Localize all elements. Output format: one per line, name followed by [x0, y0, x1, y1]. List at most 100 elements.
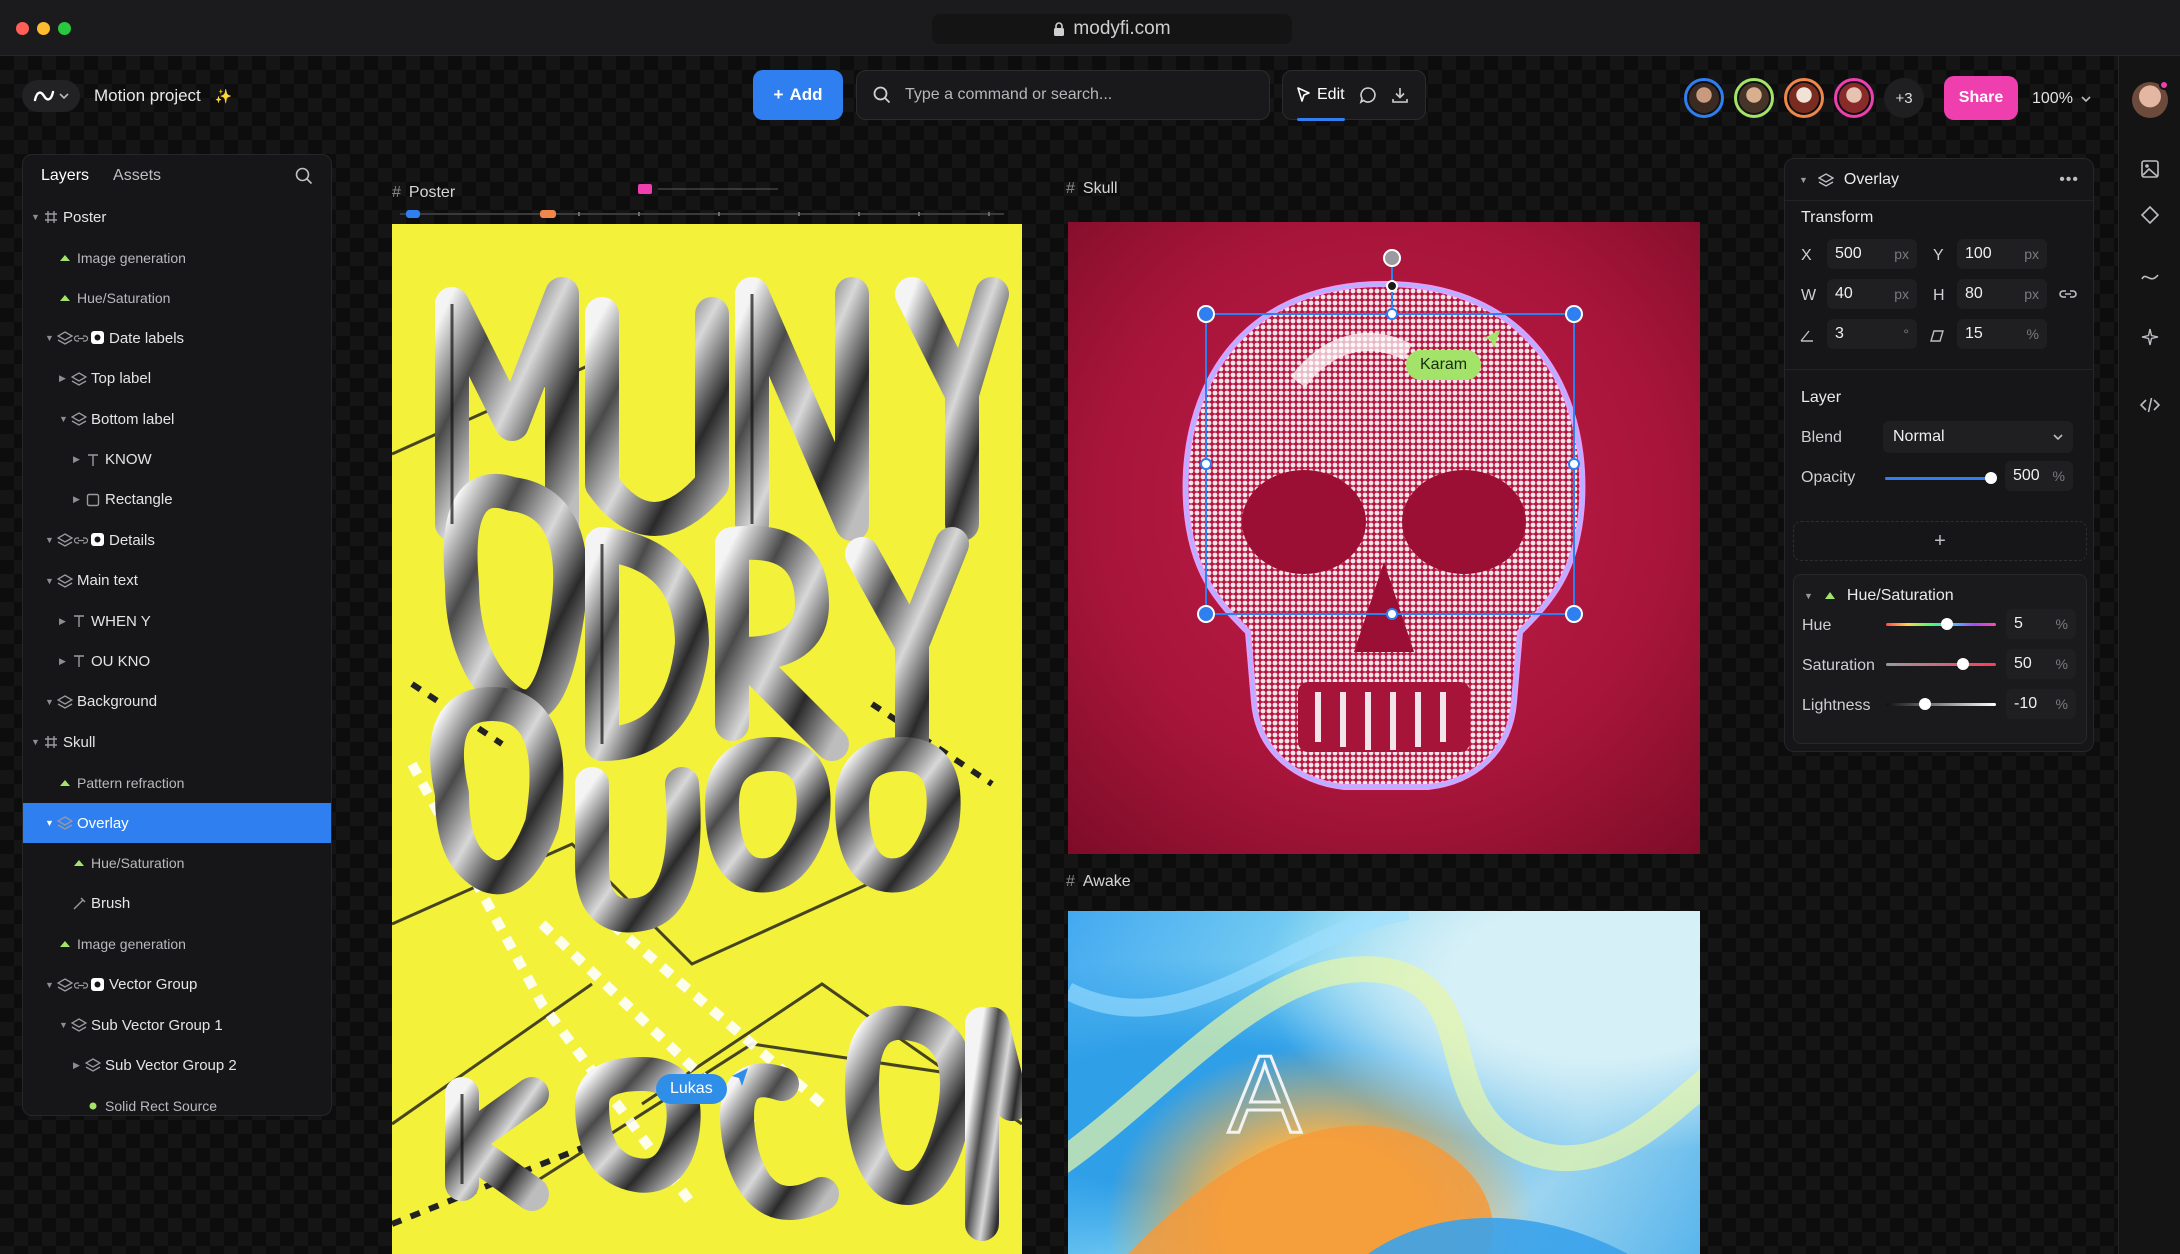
layer-stack-icon [57, 815, 73, 831]
more-collaborators-badge[interactable]: +3 [1884, 78, 1924, 118]
close-window-button[interactable] [16, 22, 29, 35]
layer-row[interactable]: ▼ Poster [23, 197, 331, 237]
code-icon[interactable] [2139, 394, 2161, 416]
skull-frame[interactable]: Karam [1068, 222, 1700, 854]
minimize-window-button[interactable] [37, 22, 50, 35]
lightness-field[interactable]: -10% [2006, 689, 2076, 719]
lightness-slider[interactable] [1886, 698, 1996, 710]
layer-row[interactable]: ▶ KNOW [23, 439, 331, 479]
layer-row[interactable]: Brush [23, 884, 331, 924]
expand-caret-icon[interactable]: ▼ [45, 333, 54, 343]
more-options-icon[interactable]: ••• [2059, 171, 2079, 189]
tab-assets[interactable]: Assets [113, 167, 161, 185]
diamond-icon[interactable] [2139, 204, 2161, 226]
share-button[interactable]: Share [1944, 76, 2018, 120]
search-input[interactable] [905, 86, 1235, 104]
expand-caret-icon[interactable]: ▼ [59, 414, 68, 424]
search-icon[interactable] [295, 167, 313, 185]
layer-row[interactable]: ▼ Vector Group [23, 964, 331, 1004]
expand-caret-icon[interactable]: ▼ [45, 576, 54, 586]
expand-caret-icon[interactable]: ▼ [45, 535, 54, 545]
expand-caret-icon[interactable]: ▶ [73, 1060, 80, 1071]
layer-row[interactable]: ▼ Details [23, 520, 331, 560]
address-bar[interactable]: modyfi.com [932, 14, 1292, 44]
frame-label-awake[interactable]: # Awake [1066, 873, 1131, 891]
app-menu-button[interactable] [22, 80, 80, 112]
layer-list: ▼ Poster Image generation Hue/Saturation ▼ Da… [23, 197, 331, 1115]
layer-row[interactable]: ▼ Overlay [23, 802, 331, 844]
add-button[interactable]: + Add [753, 70, 843, 120]
layer-row[interactable]: ▼ Date labels [23, 318, 331, 358]
layer-row[interactable]: Image generation [23, 924, 331, 964]
image-icon[interactable] [2139, 158, 2161, 180]
avatar[interactable] [1834, 78, 1874, 118]
frame-label-skull[interactable]: # Skull [1066, 180, 1118, 198]
blend-mode-select[interactable]: Normal [1883, 421, 2073, 453]
expand-caret-icon[interactable]: ▼ [45, 980, 54, 990]
saturation-field[interactable]: 50% [2006, 649, 2076, 679]
layer-row[interactable]: Hue/Saturation [23, 843, 331, 883]
opacity-slider[interactable] [1885, 472, 1997, 484]
link-icon[interactable] [2059, 287, 2077, 301]
layer-row[interactable]: ▶ WHEN Y [23, 601, 331, 641]
expand-caret-icon[interactable]: ▶ [73, 454, 80, 465]
rotation-field[interactable]: 3 ° [1827, 319, 1917, 349]
expand-caret-icon[interactable]: ▼ [45, 697, 54, 707]
edit-mode-tab[interactable]: Edit [1297, 70, 1345, 121]
width-field[interactable]: 40 px [1827, 279, 1917, 309]
layer-row[interactable]: ▼ Background [23, 682, 331, 722]
hue-slider[interactable] [1886, 618, 1996, 630]
expand-caret-icon[interactable]: ▶ [59, 373, 66, 384]
layer-row[interactable]: ▶ Top label [23, 359, 331, 399]
hue-slider-knob[interactable] [1940, 618, 1953, 630]
download-icon[interactable] [1391, 86, 1409, 104]
x-field[interactable]: 500 px [1827, 239, 1917, 269]
layer-row[interactable]: Image generation [23, 237, 331, 277]
tab-layers[interactable]: Layers [41, 167, 89, 185]
command-search[interactable] [856, 70, 1270, 120]
avatar[interactable] [1684, 78, 1724, 118]
expand-caret-icon[interactable]: ▼ [31, 737, 40, 747]
layer-row[interactable]: ▶ Rectangle [23, 480, 331, 520]
project-title[interactable]: Motion project [94, 86, 201, 106]
layer-row[interactable]: Solid Rect Source [23, 1086, 331, 1115]
expand-caret-icon[interactable]: ▶ [59, 616, 66, 627]
layer-row[interactable]: ▶ OU KNO [23, 641, 331, 681]
opacity-value: 500 [2013, 467, 2040, 484]
layer-row[interactable]: Pattern refraction [23, 762, 331, 802]
saturation-slider-knob[interactable] [1957, 658, 1969, 670]
expand-caret-icon[interactable]: ▼ [31, 212, 40, 222]
layer-row[interactable]: ▼ Main text [23, 561, 331, 601]
layer-row[interactable]: ▶ Sub Vector Group 2 [23, 1045, 331, 1085]
layer-row[interactable]: ▼ Bottom label [23, 399, 331, 439]
opacity-slider-knob[interactable] [1984, 472, 1997, 484]
expand-caret-icon[interactable]: ▶ [59, 656, 66, 667]
add-effect-button[interactable]: + [1793, 521, 2087, 561]
saturation-slider[interactable] [1886, 658, 1996, 670]
selection-bounding-box[interactable] [1068, 222, 1700, 854]
layer-row[interactable]: ▼ Skull [23, 722, 331, 762]
lightness-slider-knob[interactable] [1918, 698, 1931, 710]
opacity-field[interactable]: 500% [2005, 461, 2073, 491]
zoom-window-button[interactable] [58, 22, 71, 35]
opacity-label: Opacity [1801, 469, 1856, 486]
avatar[interactable] [1734, 78, 1774, 118]
poster-frame[interactable]: Lukas [392, 224, 1022, 1254]
height-field[interactable]: 80 px [1957, 279, 2047, 309]
comment-icon[interactable] [1359, 86, 1377, 104]
layer-row[interactable]: ▼ Sub Vector Group 1 [23, 1005, 331, 1045]
expand-caret-icon[interactable]: ▼ [59, 1020, 68, 1030]
skew-field[interactable]: 15% [1957, 319, 2047, 349]
hue-field[interactable]: 5% [2006, 609, 2076, 639]
chevron-down-icon[interactable]: ▼ [1799, 175, 1808, 185]
sparkle-tool-icon[interactable] [2139, 326, 2161, 348]
zoom-dropdown[interactable]: 100% [2032, 90, 2091, 108]
chevron-down-icon[interactable]: ▼ [1804, 591, 1813, 601]
y-field[interactable]: 100 px [1957, 239, 2047, 269]
awake-frame[interactable]: A [1068, 911, 1700, 1254]
layer-row[interactable]: Hue/Saturation [23, 278, 331, 318]
avatar[interactable] [1784, 78, 1824, 118]
expand-caret-icon[interactable]: ▼ [45, 818, 54, 828]
expand-caret-icon[interactable]: ▶ [73, 494, 80, 505]
wave-icon[interactable] [2139, 266, 2161, 288]
